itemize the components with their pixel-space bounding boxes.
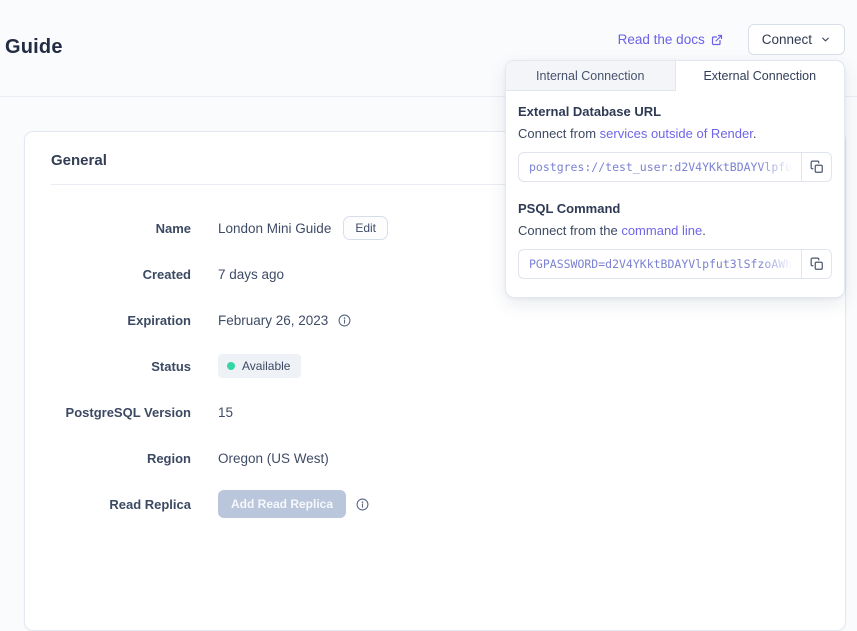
copy-icon: [810, 160, 824, 174]
status-dot: [227, 362, 235, 370]
expiration-value: February 26, 2023: [218, 313, 328, 328]
command-line-link[interactable]: command line: [621, 223, 702, 238]
chevron-down-icon: [820, 34, 831, 45]
postgresql-version-value: 15: [218, 405, 233, 420]
desc-text: .: [753, 126, 757, 141]
edit-name-button[interactable]: Edit: [343, 216, 388, 240]
info-icon[interactable]: [356, 498, 369, 511]
copy-external-db-url-button[interactable]: [801, 153, 831, 181]
external-db-url-heading: External Database URL: [518, 104, 832, 119]
connection-tabs: Internal Connection External Connection: [506, 61, 844, 91]
region-label: Region: [25, 451, 191, 466]
desc-text: .: [702, 223, 706, 238]
copy-icon: [810, 257, 824, 271]
table-row-status: Status Available: [25, 343, 845, 389]
psql-command-heading: PSQL Command: [518, 201, 832, 216]
desc-text: Connect from the: [518, 223, 621, 238]
tab-external-connection[interactable]: External Connection: [675, 61, 845, 91]
add-read-replica-button[interactable]: Add Read Replica: [218, 490, 346, 518]
header-actions: Read the docs Connect: [618, 24, 845, 55]
name-label: Name: [25, 221, 191, 236]
status-badge-label: Available: [242, 359, 290, 373]
psql-command-desc: Connect from the command line.: [518, 223, 832, 238]
info-icon[interactable]: [338, 314, 351, 327]
page-title: Guide: [5, 36, 63, 59]
psql-command-value[interactable]: PGPASSWORD=d2V4YKktBDAYVlpfut3lSfzoAWhwb…: [519, 250, 801, 278]
external-db-url-input-group: postgres://test_user:d2V4YKktBDAYVlpfut3…: [518, 152, 832, 182]
connect-button[interactable]: Connect: [748, 24, 845, 55]
name-value: London Mini Guide: [218, 221, 331, 236]
table-row-expiration: Expiration February 26, 2023: [25, 297, 845, 343]
services-outside-render-link[interactable]: services outside of Render: [600, 126, 753, 141]
region-value: Oregon (US West): [218, 451, 329, 466]
psql-command-input-group: PGPASSWORD=d2V4YKktBDAYVlpfut3lSfzoAWhwb…: [518, 249, 832, 279]
external-db-url-desc: Connect from services outside of Render.: [518, 126, 832, 141]
tab-internal-connection[interactable]: Internal Connection: [506, 61, 675, 91]
copy-psql-command-button[interactable]: [801, 250, 831, 278]
read-the-docs-link[interactable]: Read the docs: [618, 32, 723, 47]
docs-link-label: Read the docs: [618, 32, 705, 47]
status-badge: Available: [218, 354, 301, 378]
read-replica-label: Read Replica: [25, 497, 191, 512]
postgresql-version-label: PostgreSQL Version: [25, 405, 191, 420]
expiration-label: Expiration: [25, 313, 191, 328]
status-label: Status: [25, 359, 191, 374]
created-value: 7 days ago: [218, 267, 284, 282]
table-row-read-replica: Read Replica Add Read Replica: [25, 481, 845, 527]
popover-body: External Database URL Connect from servi…: [506, 91, 844, 297]
psql-command-text: PGPASSWORD=d2V4YKktBDAYVlpfut3lSfzoAWhwb…: [529, 257, 801, 271]
desc-text: Connect from: [518, 126, 600, 141]
table-row-postgresql-version: PostgreSQL Version 15: [25, 389, 845, 435]
table-row-region: Region Oregon (US West): [25, 435, 845, 481]
connect-button-label: Connect: [762, 32, 812, 47]
external-db-url-text: postgres://test_user:d2V4YKktBDAYVlpfut3…: [529, 160, 801, 174]
external-link-icon: [711, 34, 723, 46]
created-label: Created: [25, 267, 191, 282]
external-db-url-value[interactable]: postgres://test_user:d2V4YKktBDAYVlpfut3…: [519, 153, 801, 181]
connect-popover: Internal Connection External Connection …: [505, 60, 845, 298]
